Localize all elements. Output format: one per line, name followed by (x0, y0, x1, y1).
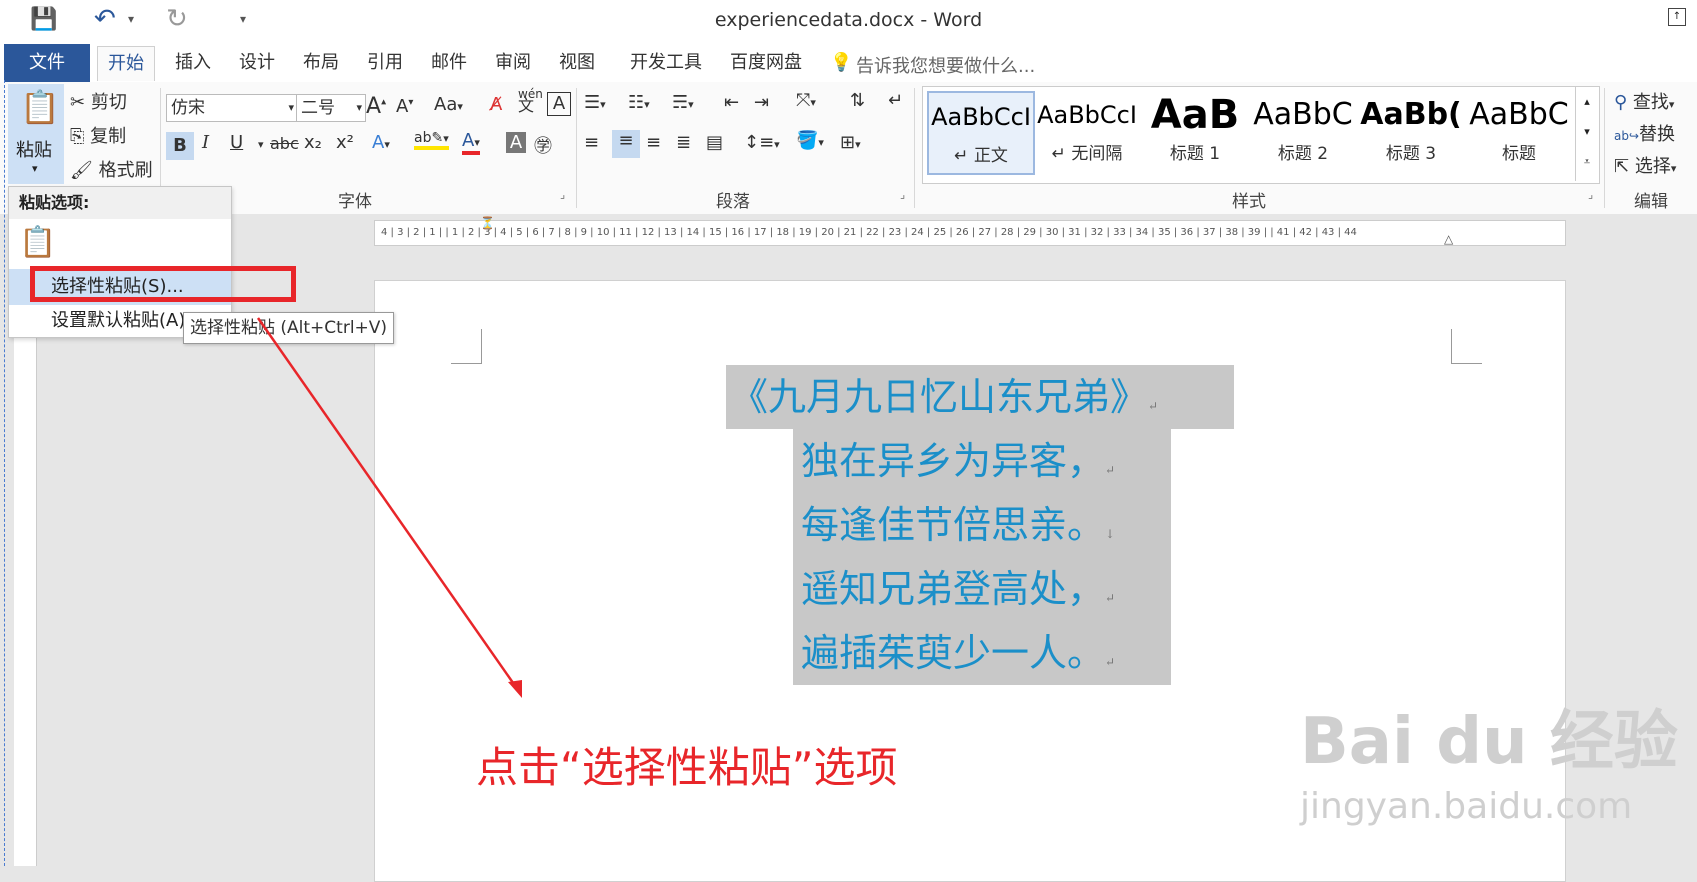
watermark-url: jingyan.baidu.com (1300, 786, 1633, 827)
instruction-text: 点击“选择性粘贴”选项 (476, 743, 898, 792)
baidu-watermark: Bai du 经验 (1300, 705, 1678, 779)
